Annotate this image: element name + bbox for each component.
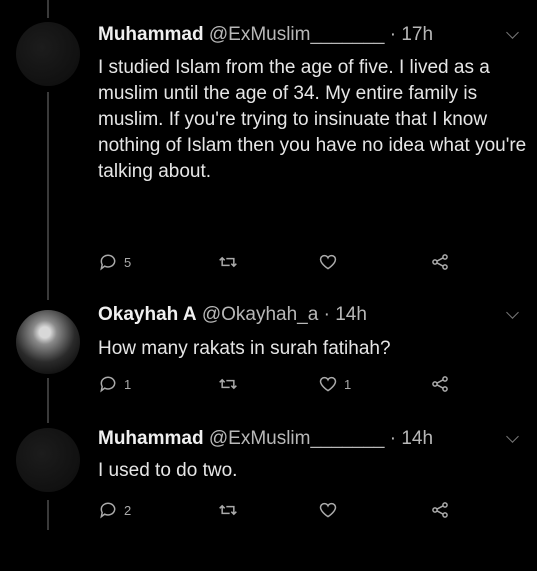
- share-button[interactable]: [430, 252, 450, 272]
- reply-count: 1: [124, 376, 132, 392]
- separator-dot: ·: [389, 428, 397, 449]
- like-button[interactable]: [318, 252, 338, 272]
- user-handle[interactable]: @ExMuslim_______: [209, 428, 385, 449]
- retweet-button[interactable]: [218, 500, 238, 520]
- reply-icon: [100, 254, 116, 271]
- user-handle[interactable]: @Okayhah_a: [202, 304, 318, 325]
- tweet-actions: 1 1: [98, 374, 478, 398]
- like-button[interactable]: [318, 500, 338, 520]
- chevron-down-icon[interactable]: [506, 430, 519, 443]
- retweet-button[interactable]: [218, 374, 238, 394]
- like-button[interactable]: 1: [318, 374, 351, 394]
- timestamp[interactable]: 14h: [335, 304, 367, 325]
- tweet-header: Muhammad @ExMuslim_______ · 14h: [98, 428, 433, 450]
- tweet-actions: 5: [98, 252, 478, 276]
- reply-count: 5: [124, 254, 132, 270]
- avatar[interactable]: [16, 310, 80, 374]
- reply-button[interactable]: 1: [98, 374, 131, 394]
- retweet-button[interactable]: [218, 252, 238, 272]
- timestamp[interactable]: 17h: [401, 24, 433, 45]
- tweet-text: I studied Islam from the age of five. I …: [98, 57, 527, 182]
- share-icon: [432, 376, 448, 392]
- share-icon: [432, 254, 448, 270]
- share-button[interactable]: [430, 500, 450, 520]
- chevron-down-icon[interactable]: [506, 26, 519, 39]
- tweet-header: Muhammad @ExMuslim_______ · 17h: [98, 24, 433, 46]
- reply-button[interactable]: 5: [98, 252, 131, 272]
- reply-icon: [100, 376, 116, 393]
- display-name[interactable]: Okayhah A: [98, 304, 197, 325]
- retweet-icon: [219, 378, 237, 390]
- tweet-actions: 2: [98, 500, 478, 524]
- avatar[interactable]: [16, 22, 80, 86]
- tweet[interactable]: Muhammad @ExMuslim_______ · 14h I used t…: [0, 420, 537, 571]
- tweet[interactable]: Muhammad @ExMuslim_______ · 17h I studie…: [0, 0, 537, 300]
- heart-icon: [319, 254, 337, 270]
- retweet-icon: [219, 256, 237, 268]
- like-count: 1: [344, 376, 352, 392]
- chevron-down-icon[interactable]: [506, 306, 519, 319]
- display-name[interactable]: Muhammad: [98, 428, 204, 449]
- tweet[interactable]: Okayhah A @Okayhah_a · 14h How many raka…: [0, 300, 537, 420]
- timestamp[interactable]: 14h: [401, 428, 433, 449]
- reply-button[interactable]: 2: [98, 500, 131, 520]
- display-name[interactable]: Muhammad: [98, 24, 204, 45]
- tweet-header: Okayhah A @Okayhah_a · 14h: [98, 304, 367, 326]
- tweet-text: I used to do two.: [98, 460, 238, 481]
- avatar[interactable]: [16, 428, 80, 492]
- heart-icon: [319, 502, 337, 518]
- share-icon: [432, 502, 448, 518]
- heart-icon: [319, 376, 337, 392]
- separator-dot: ·: [323, 304, 330, 325]
- tweet-text: How many rakats in surah fatihah?: [98, 338, 391, 359]
- share-button[interactable]: [430, 374, 450, 394]
- separator-dot: ·: [389, 24, 397, 45]
- reply-icon: [100, 502, 116, 519]
- user-handle[interactable]: @ExMuslim_______: [209, 24, 385, 45]
- reply-count: 2: [124, 502, 132, 518]
- retweet-icon: [219, 504, 237, 516]
